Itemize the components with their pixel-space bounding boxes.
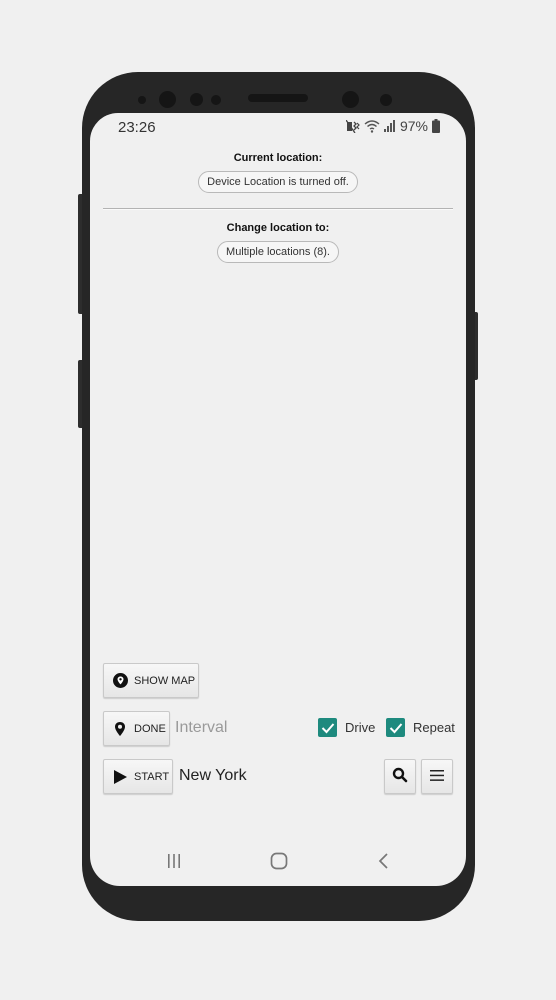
- change-location-label: Change location to:: [226, 222, 330, 234]
- screen: 23:26 97% Current location: Device Locat…: [90, 113, 466, 886]
- signal-icon: [383, 120, 396, 132]
- search-button[interactable]: [384, 759, 416, 794]
- iris-camera: [342, 91, 359, 108]
- back-button[interactable]: [369, 851, 399, 875]
- show-map-button[interactable]: SHOW MAP: [103, 663, 199, 698]
- status-icons: 97%: [345, 118, 440, 134]
- battery-percent: 97%: [399, 118, 428, 134]
- navigation-bar: [90, 843, 466, 883]
- battery-icon: [432, 119, 440, 133]
- checkbox-checked-icon: [318, 718, 337, 737]
- start-button[interactable]: START: [103, 759, 173, 794]
- recent-apps-icon: [166, 853, 182, 874]
- wifi-icon: [364, 119, 380, 133]
- checkbox-checked-icon: [386, 718, 405, 737]
- current-location-value[interactable]: Device Location is turned off.: [198, 171, 358, 193]
- change-location-section: Change location to: Multiple locations (…: [90, 222, 466, 263]
- search-icon: [392, 767, 408, 786]
- repeat-label: Repeat: [413, 720, 455, 735]
- drive-label: Drive: [345, 720, 376, 735]
- interval-input[interactable]: Interval: [175, 719, 227, 737]
- menu-button[interactable]: [421, 759, 453, 794]
- stage: 23:26 97% Current location: Device Locat…: [0, 0, 556, 1000]
- destination-text[interactable]: New York: [179, 767, 247, 785]
- sensor-dot: [190, 93, 203, 106]
- repeat-checkbox[interactable]: Repeat: [386, 718, 455, 737]
- recent-apps-button[interactable]: [159, 851, 189, 875]
- home-button[interactable]: [264, 851, 294, 875]
- sensor-dot: [211, 95, 221, 105]
- start-label: START: [134, 770, 170, 783]
- earpiece-speaker: [248, 94, 308, 102]
- hamburger-menu-icon: [429, 769, 445, 785]
- current-location-section: Current location: Device Location is tur…: [90, 152, 466, 193]
- front-camera: [159, 91, 176, 108]
- map-pin-icon: [112, 721, 128, 737]
- play-icon: [112, 769, 128, 785]
- done-button[interactable]: DONE: [103, 711, 170, 746]
- status-time: 23:26: [118, 119, 156, 136]
- change-location-value[interactable]: Multiple locations (8).: [217, 241, 339, 263]
- map-pin-filled-icon: [112, 673, 128, 689]
- done-label: DONE: [134, 722, 166, 735]
- show-map-label: SHOW MAP: [134, 674, 196, 687]
- drive-checkbox[interactable]: Drive: [318, 718, 375, 737]
- mute-vibrate-icon: [345, 119, 360, 133]
- sensor-dot: [380, 94, 392, 106]
- section-divider: [103, 208, 453, 209]
- back-icon: [378, 852, 390, 874]
- home-icon: [270, 852, 288, 875]
- current-location-label: Current location:: [233, 152, 323, 164]
- status-bar: 23:26 97%: [90, 113, 466, 141]
- sensor-dot: [138, 96, 146, 104]
